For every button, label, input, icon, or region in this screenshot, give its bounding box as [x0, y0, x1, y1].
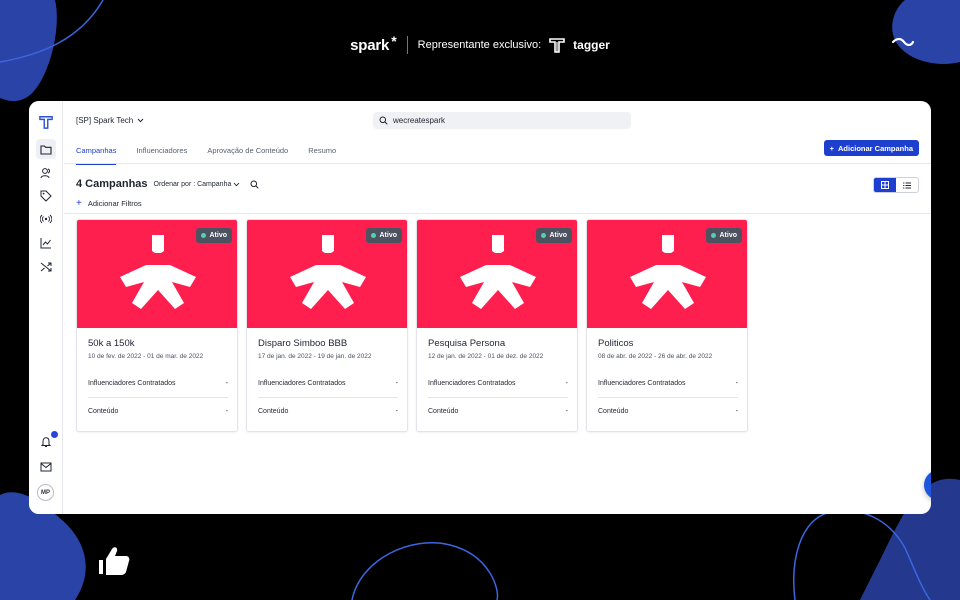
campaign-banner: Ativo [247, 220, 407, 328]
campaign-card[interactable]: Ativo 50k a 150k 10 de fev. de 2022 - 01… [76, 219, 238, 432]
tagger-logo-icon [549, 37, 565, 53]
card-row-content: Conteúdo - [428, 408, 568, 415]
card-divider [258, 397, 398, 398]
folder-icon[interactable] [36, 139, 56, 159]
campaign-dates: 10 de fev. de 2022 - 01 de mar. de 2022 [88, 353, 204, 360]
card-row-content: Conteúdo - [598, 408, 738, 415]
search-input[interactable] [393, 116, 613, 125]
chevron-down-icon [234, 182, 240, 186]
tag-icon[interactable] [36, 186, 56, 206]
chat-button[interactable] [924, 470, 931, 500]
chart-icon[interactable] [36, 233, 56, 253]
campaign-title: 50k a 150k [88, 338, 135, 349]
status-dot [370, 233, 376, 238]
add-campaign-label: Adicionar Campanha [837, 143, 913, 153]
list-view-button[interactable] [896, 178, 918, 192]
campaign-logo-icon [460, 235, 536, 309]
tab-campanhas[interactable]: Campanhas [76, 146, 117, 165]
tabs-divider [64, 163, 931, 164]
sidebar: MP [29, 101, 63, 514]
plus-icon: + [76, 198, 82, 209]
campaign-banner: Ativo [587, 220, 747, 328]
add-campaign-button[interactable]: + Adicionar Campanha [823, 140, 919, 156]
card-row-influencers: Influenciadores Contratados - [88, 380, 228, 387]
campaign-title: Pesquisa Persona [428, 338, 506, 349]
card-row-influencers: Influenciadores Contratados - [598, 380, 738, 387]
card-divider [428, 397, 568, 398]
status-dot [200, 233, 206, 238]
card-row-influencers: Influenciadores Contratados - [428, 380, 568, 387]
status-badge: Ativo [365, 228, 402, 243]
campaign-dates: 08 de abr. de 2022 - 26 de abr. de 2022 [598, 353, 713, 360]
plus-icon: + [829, 143, 834, 153]
search-icon [379, 116, 388, 125]
brand-divider [406, 36, 408, 54]
campaign-logo-icon [290, 235, 366, 309]
grid-icon [881, 181, 889, 189]
add-filters-label: Adicionar Filtros [87, 199, 142, 208]
status-badge: Ativo [705, 228, 742, 243]
app-window: MP [SP] Spark Tech + Adicionar Campanha … [29, 101, 931, 514]
bell-icon[interactable] [36, 431, 58, 452]
list-icon [903, 181, 911, 189]
campaign-title: Disparo Simboo BBB [258, 338, 348, 349]
campaign-banner: Ativo [417, 220, 577, 328]
representative-label: Representante exclusivo: [417, 39, 542, 51]
campaign-card[interactable]: Ativo Politicos 08 de abr. de 2022 - 26 … [586, 219, 748, 432]
campaign-banner: Ativo [77, 220, 237, 328]
status-dot [710, 233, 716, 238]
chevron-down-icon [137, 118, 144, 123]
grid-view-button[interactable] [874, 178, 896, 192]
campaign-count-title: 4 Campanhas [76, 178, 148, 190]
org-selector[interactable]: [SP] Spark Tech [76, 116, 144, 125]
tagger-logo-icon[interactable] [36, 112, 56, 132]
view-toggle [873, 177, 919, 193]
spark-logo: spark [350, 36, 390, 54]
mail-icon[interactable] [36, 457, 56, 477]
sort-dropdown[interactable]: Ordenar por : Campanha [154, 181, 241, 188]
search-box [373, 112, 631, 129]
spark-star: * [391, 33, 397, 49]
status-dot [540, 233, 546, 238]
org-selector-label: [SP] Spark Tech [76, 116, 134, 125]
sort-label: Ordenar por : Campanha [153, 180, 232, 188]
notification-dot [51, 431, 58, 438]
campaign-logo-icon [120, 235, 196, 309]
status-badge: Ativo [535, 228, 572, 243]
broadcast-icon[interactable] [36, 209, 56, 229]
tab-resumo[interactable]: Resumo [308, 146, 336, 164]
shuffle-icon[interactable] [36, 257, 56, 277]
campaign-card[interactable]: Ativo Pesquisa Persona 12 de jan. de 202… [416, 219, 578, 432]
list-header: 4 Campanhas Ordenar por : Campanha [76, 178, 260, 190]
card-divider [88, 397, 228, 398]
brand-header: spark * Representante exclusivo: tagger [0, 33, 960, 56]
campaign-dates: 17 de jan. de 2022 - 19 de jan. de 2022 [258, 353, 372, 360]
card-row-influencers: Influenciadores Contratados - [258, 380, 398, 387]
campaign-title: Politicos [598, 338, 634, 349]
tab-aprovacao-conteudo[interactable]: Aprovação de Conteúdo [207, 146, 288, 164]
tab-influenciadores[interactable]: Influenciadores [136, 146, 187, 164]
filters-divider [64, 213, 931, 214]
card-divider [598, 397, 738, 398]
main-content: [SP] Spark Tech + Adicionar Campanha Cam… [64, 101, 931, 514]
search-icon[interactable] [250, 180, 260, 189]
tabs: Campanhas Influenciadores Aprovação de C… [76, 146, 356, 165]
thumbs-up-icon [99, 547, 130, 575]
tagger-logo-text: tagger [573, 38, 610, 52]
avatar[interactable]: MP [37, 484, 54, 501]
status-badge: Ativo [195, 228, 232, 243]
card-row-content: Conteúdo - [258, 408, 398, 415]
add-filters-button[interactable]: + Adicionar Filtros [76, 198, 142, 209]
campaign-dates: 12 de jan. de 2022 - 01 de dez. de 2022 [428, 353, 544, 360]
campaign-card[interactable]: Ativo Disparo Simboo BBB 17 de jan. de 2… [246, 219, 408, 432]
card-row-content: Conteúdo - [88, 408, 228, 415]
campaign-logo-icon [630, 235, 706, 309]
users-icon[interactable] [36, 163, 56, 183]
